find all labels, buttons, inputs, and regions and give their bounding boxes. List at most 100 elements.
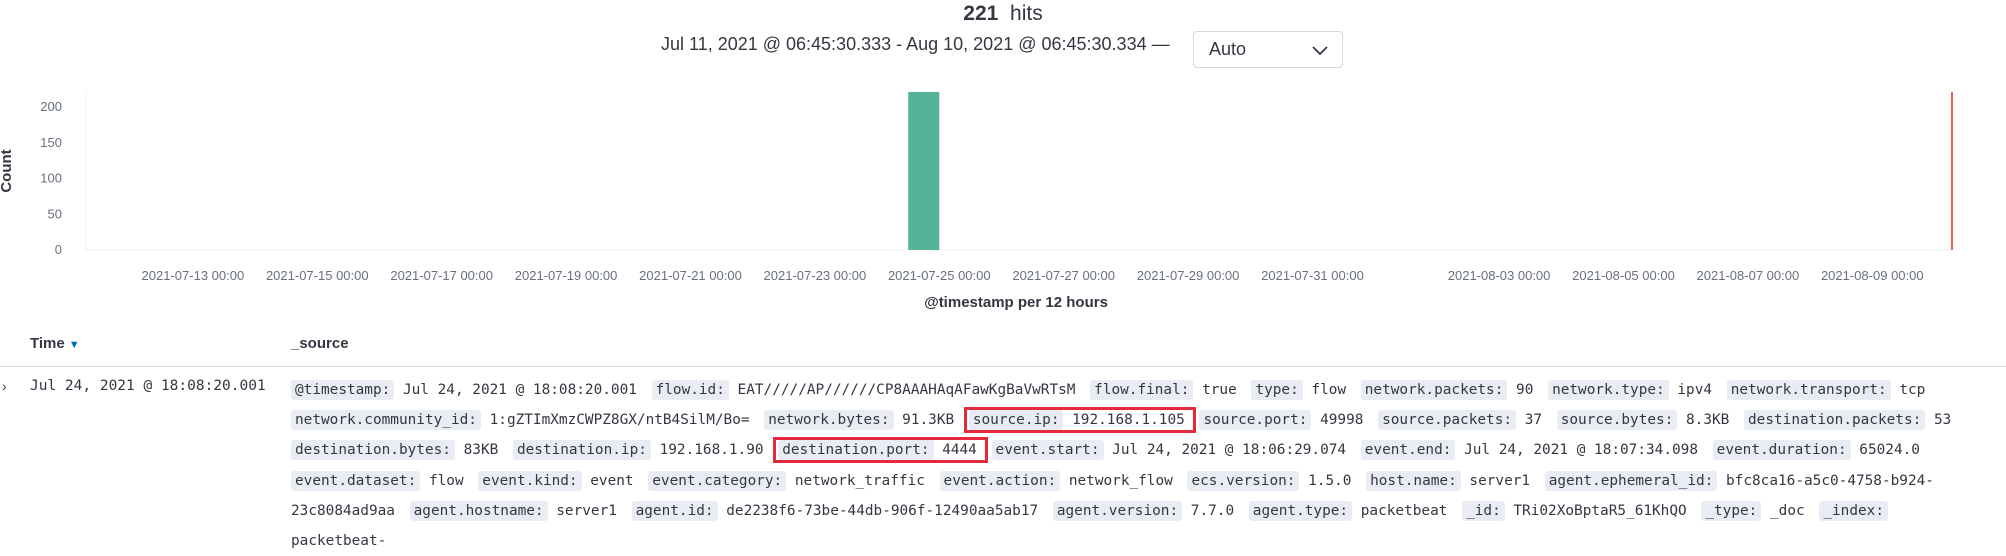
time-range-text: Jul 11, 2021 @ 06:45:30.333 - Aug 10, 20… <box>661 34 1170 54</box>
y-axis-label: Count <box>0 149 15 192</box>
field-value: server1 <box>1460 472 1531 489</box>
field-key: @timestamp: <box>291 380 395 400</box>
x-axis-label: @timestamp per 12 hours <box>924 294 1108 311</box>
source-field: _id: TRi02XoBptaR5_61KhQO <box>1462 500 1693 521</box>
x-tick-label: 2021-07-29 00:00 <box>1137 268 1240 283</box>
field-value: Jul 24, 2021 @ 18:07:34.098 <box>1455 442 1698 459</box>
field-key: source.packets: <box>1378 410 1517 431</box>
y-tick-label: 100 <box>40 171 62 186</box>
field-key: destination.port: <box>778 440 934 461</box>
source-field: agent.id: de2238f6-73be-44db-906f-12490a… <box>631 500 1045 521</box>
x-tick-label: 2021-08-03 00:00 <box>1448 268 1551 283</box>
field-key: _index: <box>1819 500 1888 521</box>
y-tick-label: 50 <box>48 206 62 221</box>
field-value: network_flow <box>1060 472 1173 489</box>
sort-desc-icon[interactable]: ▼ <box>69 339 80 351</box>
source-field-highlighted: destination.port: 4444 <box>773 437 988 464</box>
source-field: event.category: network_traffic <box>648 470 931 491</box>
field-key: event.category: <box>648 470 787 491</box>
field-value: 8.3KB <box>1677 412 1730 429</box>
field-key: flow.final: <box>1090 380 1194 400</box>
field-key: agent.hostname: <box>409 500 548 521</box>
field-value: 192.168.1.90 <box>650 442 764 459</box>
source-field: event.dataset: flow <box>291 470 470 491</box>
source-field: network.type: ipv4 <box>1548 380 1718 400</box>
field-key: agent.version: <box>1052 500 1183 521</box>
field-key: ecs.version: <box>1187 470 1300 491</box>
field-value: 53 <box>1925 412 1952 429</box>
x-tick-label: 2021-07-17 00:00 <box>390 268 493 283</box>
y-tick-label: 200 <box>40 99 62 114</box>
source-field: network.packets: 90 <box>1360 380 1540 400</box>
x-tick-label: 2021-07-13 00:00 <box>142 268 245 283</box>
field-key: host.name: <box>1366 470 1461 491</box>
y-tick-label: 150 <box>40 135 62 150</box>
x-tick-label: 2021-07-25 00:00 <box>888 268 991 283</box>
field-key: flow.id: <box>651 380 729 400</box>
field-value: ipv4 <box>1668 382 1713 398</box>
source-field: event.end: Jul 24, 2021 @ 18:07:34.098 <box>1360 440 1704 461</box>
row-source-document: @timestamp: Jul 24, 2021 @ 18:08:20.001 … <box>291 375 1981 556</box>
field-value: _doc <box>1761 502 1805 519</box>
field-key: source.bytes: <box>1556 410 1678 431</box>
source-field: event.start: Jul 24, 2021 @ 18:06:29.074 <box>991 440 1353 461</box>
hits-number: 221 <box>963 2 999 25</box>
field-key: agent.id: <box>631 500 718 521</box>
source-field-highlighted: source.ip: 192.168.1.105 <box>963 407 1196 434</box>
source-field: agent.hostname: server1 <box>409 500 623 521</box>
x-tick-label: 2021-08-09 00:00 <box>1821 268 1924 283</box>
source-field: destination.ip: 192.168.1.90 <box>512 440 770 461</box>
histogram-chart[interactable]: 0 50 100 150 200 Count 2021-07-13 00:00 2021-07… <box>0 80 2006 320</box>
field-key: event.dataset: <box>291 470 421 491</box>
field-value: TRi02XoBptaR5_61KhQO <box>1504 502 1687 519</box>
hits-label: hits <box>1010 2 1043 25</box>
expand-row-chevron-icon[interactable]: › <box>2 378 7 394</box>
field-key: destination.packets: <box>1744 410 1926 431</box>
field-key: network.transport: <box>1726 380 1891 400</box>
source-field: event.action: network_flow <box>939 470 1179 491</box>
source-field: ecs.version: 1.5.0 <box>1187 470 1357 491</box>
field-key: type: <box>1251 380 1303 400</box>
interval-selected-value: Auto <box>1209 39 1247 59</box>
field-key: event.kind: <box>478 470 582 491</box>
row-timestamp: Jul 24, 2021 @ 18:08:20.001 <box>30 378 266 394</box>
field-value: flow <box>1302 382 1347 398</box>
field-key: event.duration: <box>1712 440 1851 461</box>
field-key: agent.type: <box>1248 500 1353 521</box>
x-tick-label: 2021-07-21 00:00 <box>639 268 742 283</box>
field-value: 192.168.1.105 <box>1063 412 1185 429</box>
field-value: network_traffic <box>786 472 925 489</box>
field-key: destination.bytes: <box>291 440 455 461</box>
field-value: event <box>581 472 634 489</box>
field-value: flow <box>420 472 464 489</box>
field-value: 37 <box>1516 412 1543 429</box>
source-field: network.bytes: 91.3KB <box>764 410 960 431</box>
column-header-time[interactable]: Time ▼ <box>30 335 80 352</box>
source-field: _type: _doc <box>1701 500 1810 521</box>
field-key: event.end: <box>1360 440 1456 461</box>
source-field: event.kind: event <box>478 470 639 491</box>
column-time-label: Time <box>30 335 65 352</box>
source-field: agent.type: packetbeat <box>1248 500 1454 521</box>
x-tick-label: 2021-08-07 00:00 <box>1697 268 1800 283</box>
field-value: 91.3KB <box>893 412 955 429</box>
histogram-bar[interactable] <box>908 92 940 250</box>
field-value: 4444 <box>933 442 977 459</box>
source-field: @timestamp: Jul 24, 2021 @ 18:08:20.001 <box>291 380 643 400</box>
table-header-divider <box>0 366 2006 367</box>
field-key: network.community_id: <box>291 410 481 431</box>
field-key: _id: <box>1462 500 1505 521</box>
source-field: flow.final: true <box>1090 380 1243 400</box>
field-value: 1.5.0 <box>1299 472 1352 489</box>
interval-select[interactable]: Auto <box>1193 31 1343 68</box>
x-tick-label: 2021-07-27 00:00 <box>1012 268 1115 283</box>
source-field: source.packets: 37 <box>1378 410 1548 431</box>
field-value: 90 <box>1507 382 1534 398</box>
field-value: EAT/////AP//////CP8AAAHAqAFawKgBaVwRTsM <box>728 382 1076 398</box>
source-field: event.duration: 65024.0 <box>1712 440 1926 461</box>
field-value: server1 <box>547 502 617 519</box>
field-value: 1:gZTImXmzCWPZ8GX/ntB4SilM/Bo= <box>480 412 750 429</box>
field-key: network.packets: <box>1360 380 1508 400</box>
source-field: network.community_id: 1:gZTImXmzCWPZ8GX/… <box>291 410 756 431</box>
field-value: packetbeat <box>1352 502 1448 519</box>
